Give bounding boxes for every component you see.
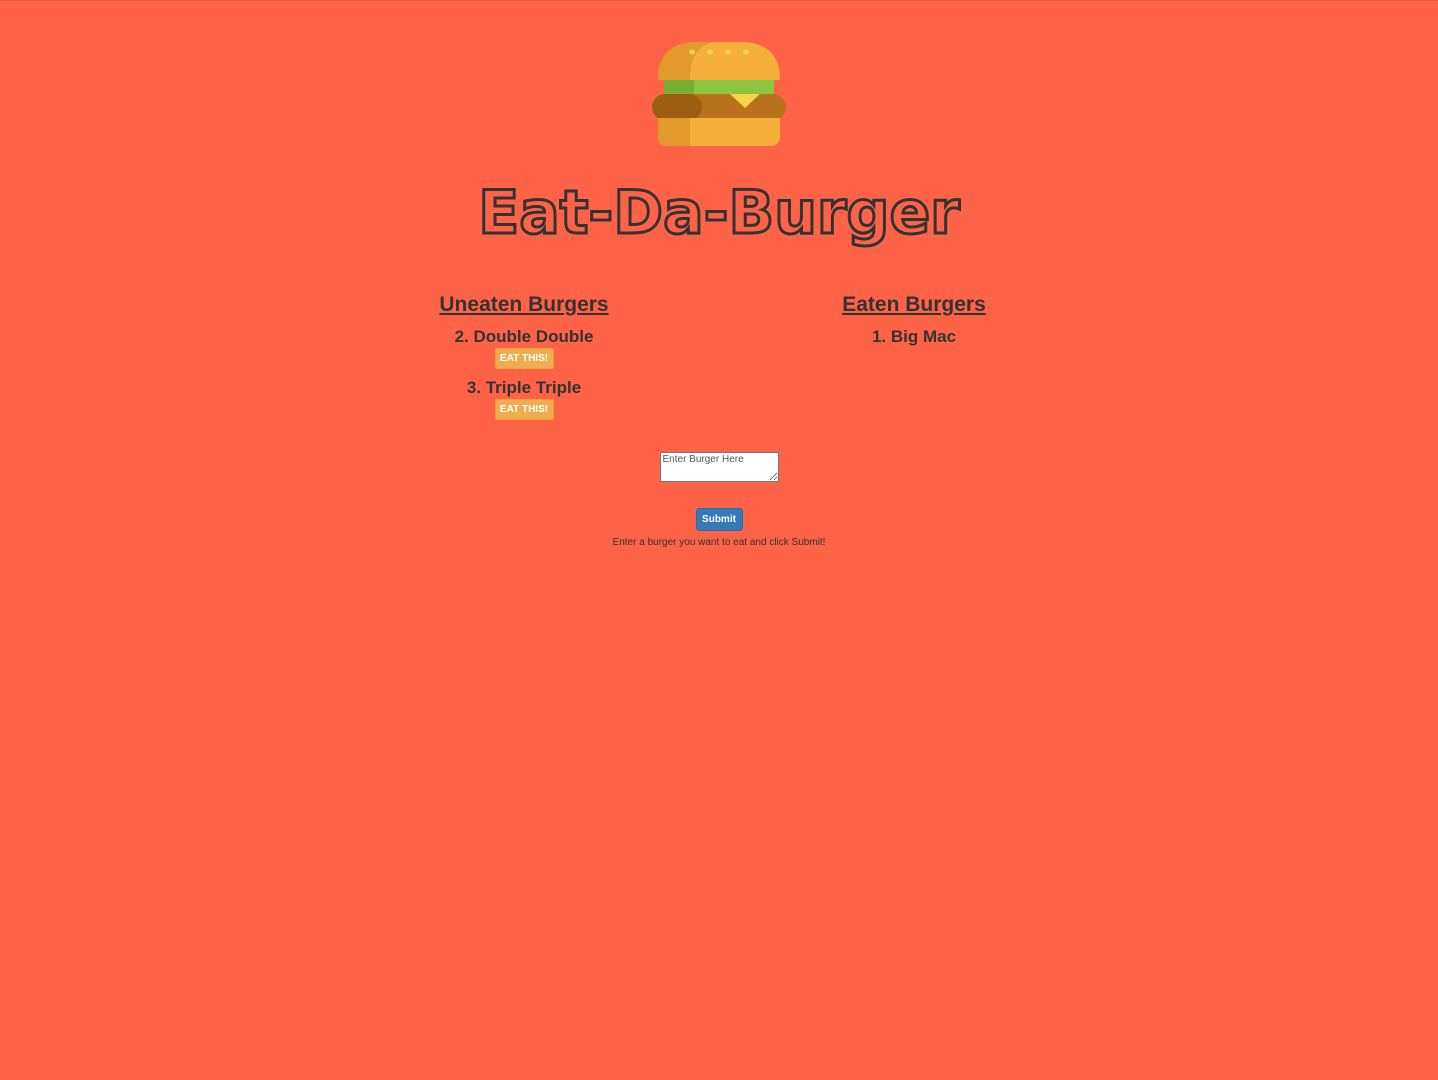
help-text: Enter a burger you want to eat and click… [612,537,826,548]
eaten-burger-list: 1. Big Mac [754,326,1074,348]
eat-this-button[interactable]: EAT THIS! [494,399,554,420]
eat-this-button[interactable]: EAT THIS! [494,348,554,369]
add-burger-form: Submit Enter a burger you want to eat an… [0,452,1438,549]
submit-button[interactable]: Submit [695,508,743,531]
eaten-heading: Eaten Burgers [842,293,986,316]
burger-name: 1. Big Mac [871,327,957,346]
burger-name: 2. Double Double [454,327,594,346]
uneaten-burgers-column: Uneaten Burgers 2. Double Double EAT THI… [364,290,684,428]
list-item: 1. Big Mac [754,326,1074,348]
page-title: Eat-Da-Burger [477,177,962,250]
eaten-burgers-column: Eaten Burgers 1. Big Mac [754,290,1074,356]
burger-name: 3. Triple Triple [466,378,582,397]
list-item: 3. Triple Triple EAT THIS! [364,377,684,420]
list-item: 2. Double Double EAT THIS! [364,326,684,369]
top-border [0,0,1438,1]
uneaten-heading: Uneaten Burgers [439,293,609,316]
burger-icon [650,40,788,148]
uneaten-burger-list: 2. Double Double EAT THIS! 3. Triple Tri… [364,326,684,420]
burger-input[interactable] [659,452,779,482]
